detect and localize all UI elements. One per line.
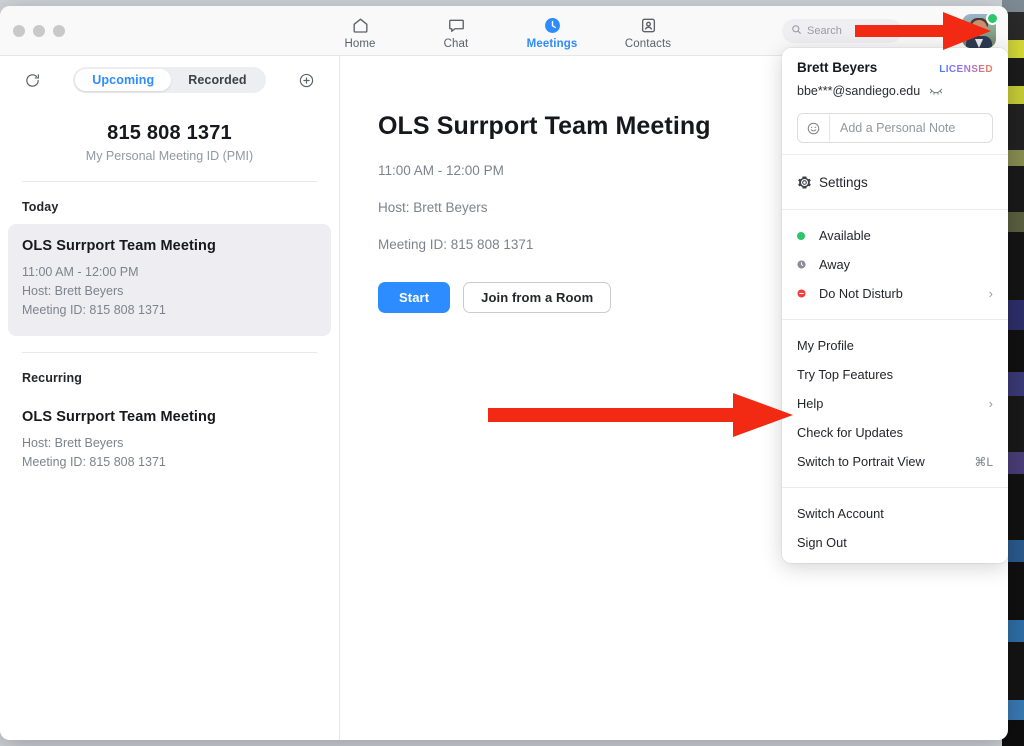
nav-label-home: Home [344,38,376,50]
contact-card-icon [639,14,658,36]
nav-label-meetings: Meetings [526,38,578,50]
menu-label-do-not-disturb: Do Not Disturb [819,286,903,301]
status-away-icon [797,260,819,269]
home-icon [351,14,370,36]
menu-item-check-for-updates[interactable]: Check for Updates [782,418,1008,447]
shortcut-switch-to-portrait-view: ⌘L [974,454,993,469]
refresh-icon[interactable] [22,72,42,89]
menu-item-settings[interactable]: Settings [782,166,1008,198]
pmi-label: My Personal Meeting ID (PMI) [85,149,254,163]
status-dnd-icon [797,289,819,298]
profile-dropdown-menu: Brett Beyers LICENSED bbe***@sandiego.ed… [782,48,1008,563]
search-placeholder: Search [807,25,842,37]
menu-label-help: Help [797,396,824,411]
menu-item-my-profile[interactable]: My Profile [782,331,1008,360]
menu-item-switch-to-portrait-view[interactable]: Switch to Portrait View ⌘L [782,447,1008,476]
personal-note-input[interactable]: Add a Personal Note [797,113,993,143]
menu-item-switch-account[interactable]: Switch Account [782,499,1008,528]
menu-label-my-profile: My Profile [797,338,854,353]
status-available-icon [797,231,819,240]
zoom-window-button[interactable] [53,25,65,37]
menu-label-settings: Settings [819,174,868,190]
chevron-right-icon: › [988,396,993,411]
meeting-id: Meeting ID: 815 808 1371 [22,303,166,317]
pmi-number: 815 808 1371 [107,122,232,144]
nav-item-contacts[interactable]: Contacts [613,10,683,50]
meeting-title: OLS Surrport Team Meeting [22,238,216,254]
meeting-id: Meeting ID: 815 808 1371 [22,455,166,469]
menu-label-check-for-updates: Check for Updates [797,425,903,440]
personal-meeting-id-block[interactable]: 815 808 1371 My Personal Meeting ID (PMI… [22,100,317,181]
profile-header: Brett Beyers LICENSED bbe***@sandiego.ed… [782,60,1008,100]
menu-item-away[interactable]: Away [782,250,1008,279]
meeting-time: 11:00 AM - 12:00 PM [22,265,139,279]
chat-bubble-icon [447,14,466,36]
nav-label-contacts: Contacts [624,38,672,50]
list-item[interactable]: OLS Surrport Team Meeting Host: Brett Be… [8,395,331,488]
window-traffic-lights [13,25,65,37]
nav-item-home[interactable]: Home [325,10,395,50]
nav-item-meetings[interactable]: Meetings [517,10,587,50]
search-icon [791,22,802,40]
menu-item-available[interactable]: Available [782,221,1008,250]
menu-item-help[interactable]: Help › [782,389,1008,418]
menu-item-do-not-disturb[interactable]: Do Not Disturb › [782,279,1008,308]
plus-circle-icon[interactable] [297,72,317,89]
meetings-view-tabs: Upcoming Recorded [73,67,266,93]
nav-label-chat: Chat [443,38,469,50]
zoom-app-window: Home Chat Meetings Contacts Search Upcom… [0,6,1008,740]
meeting-host: Host: Brett Beyers [22,284,124,298]
meetings-sidebar: Upcoming Recorded 815 808 1371 My Person… [0,56,340,740]
menu-label-switch-account: Switch Account [797,506,884,521]
profile-name-row: Brett Beyers LICENSED [797,60,993,75]
nav-item-chat[interactable]: Chat [421,10,491,50]
profile-name: Brett Beyers [797,60,878,75]
menu-label-switch-to-portrait-view: Switch to Portrait View [797,454,925,469]
list-item[interactable]: OLS Surrport Team Meeting 11:00 AM - 12:… [8,224,331,336]
main-navigation: Home Chat Meetings Contacts [325,10,683,50]
minimize-window-button[interactable] [33,25,45,37]
profile-email: bbe***@sandiego.edu [797,84,921,98]
join-from-a-room-button[interactable]: Join from a Room [463,282,612,313]
menu-item-sign-out[interactable]: Sign Out [782,528,1008,557]
profile-email-row: bbe***@sandiego.edu [797,82,993,100]
start-button[interactable]: Start [378,282,451,313]
section-heading-today: Today [22,200,59,214]
sidebar-toolbar: Upcoming Recorded [22,56,317,100]
gear-icon [797,175,819,190]
clock-icon [543,14,562,36]
menu-divider-2 [782,209,1008,210]
menu-divider-3 [782,319,1008,320]
tab-recorded[interactable]: Recorded [171,69,263,91]
menu-item-try-top-features[interactable]: Try Top Features [782,360,1008,389]
smiley-icon[interactable] [798,114,830,142]
tab-upcoming[interactable]: Upcoming [75,69,172,91]
menu-label-sign-out: Sign Out [797,535,847,550]
section-heading-recurring: Recurring [22,371,82,385]
menu-label-available: Available [819,228,871,243]
menu-label-away: Away [819,257,851,272]
menu-divider-1 [782,154,1008,155]
status-badge: LICENSED [939,64,993,75]
eye-hidden-icon[interactable] [929,82,943,100]
meeting-host: Host: Brett Beyers [22,436,124,450]
personal-note-placeholder: Add a Personal Note [840,121,956,135]
arrow-to-avatar [855,12,991,50]
meeting-title: OLS Surrport Team Meeting [22,409,216,425]
menu-divider-4 [782,487,1008,488]
menu-label-try-top-features: Try Top Features [797,367,894,382]
close-window-button[interactable] [13,25,25,37]
arrow-to-check-for-updates [488,393,793,437]
chevron-right-icon: › [988,286,993,301]
